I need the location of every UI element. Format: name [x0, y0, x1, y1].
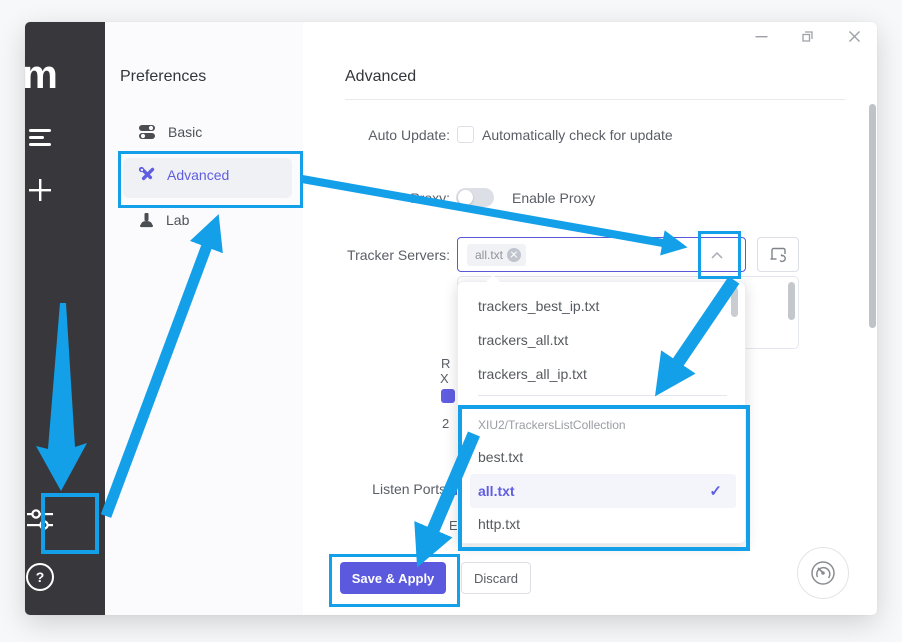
selected-tag[interactable]: all.txt	[467, 244, 526, 266]
dropdown-option[interactable]: trackers_best_ip.txt	[478, 289, 718, 323]
discard-button[interactable]: Discard	[461, 562, 531, 594]
speed-limit-button[interactable]	[797, 547, 849, 599]
sync-trackers-button[interactable]	[757, 237, 799, 272]
sidebar-item-label: Advanced	[167, 167, 229, 183]
hidden-text-line3: 2	[442, 416, 449, 431]
dropdown-option[interactable]: trackers_all.txt	[478, 323, 718, 357]
tracker-servers-label: Tracker Servers:	[307, 247, 450, 263]
dropdown-group-label: XIU2/TrackersListCollection	[478, 415, 626, 435]
tools-icon	[138, 166, 155, 183]
speedometer-icon	[809, 559, 837, 587]
screenshot-stage: m ? Preferences Basic	[0, 0, 902, 642]
hidden-hint-line2: X	[440, 371, 449, 386]
title-divider	[345, 99, 845, 100]
task-list-icon	[28, 127, 52, 149]
preferences-sliders-icon[interactable]	[0, 506, 80, 534]
question-mark-icon: ?	[26, 563, 54, 591]
close-button[interactable]	[846, 28, 862, 44]
dropdown-option[interactable]: http.txt	[478, 507, 718, 541]
lab-stamp-icon	[139, 212, 154, 228]
dropdown-scrollbar[interactable]	[731, 287, 738, 317]
chevron-up-icon[interactable]	[711, 252, 723, 259]
page-title: Advanced	[345, 68, 416, 86]
check-icon: ✓	[709, 482, 722, 500]
selected-tag-label: all.txt	[475, 248, 503, 262]
minimize-icon	[755, 30, 768, 43]
motrix-logo-icon: m	[0, 52, 80, 98]
preferences-panel	[105, 22, 303, 615]
dropdown-notch	[486, 275, 500, 282]
proxy-toggle[interactable]	[456, 188, 494, 207]
hidden-hint-line1: R	[441, 356, 450, 371]
textarea-scrollbar[interactable]	[788, 282, 795, 320]
dropdown-option[interactable]: trackers_all_ip.txt	[478, 357, 718, 391]
dropdown-option[interactable]: best.txt	[478, 440, 718, 474]
hidden-checked-checkbox[interactable]	[441, 389, 455, 403]
selected-option-label: all.txt	[478, 483, 515, 499]
toggle-knob	[458, 190, 473, 205]
save-apply-button[interactable]: Save & Apply	[340, 562, 446, 594]
maximize-icon	[801, 30, 814, 43]
maximize-button[interactable]	[799, 28, 815, 44]
tracker-servers-select[interactable]: all.txt	[457, 237, 746, 272]
auto-update-label: Auto Update:	[307, 127, 450, 143]
close-icon	[848, 30, 861, 43]
tracker-dropdown-panel: trackers_best_ip.txt trackers_all.txt tr…	[457, 281, 746, 544]
dropdown-option-selected[interactable]: all.txt ✓	[470, 474, 736, 508]
proxy-toggle-label[interactable]: Enable Proxy	[512, 190, 595, 206]
listen-ports-label: Listen Ports:	[307, 481, 450, 497]
sidebar-item-advanced[interactable]: Advanced	[138, 166, 229, 183]
auto-update-checkbox-label[interactable]: Automatically check for update	[482, 127, 673, 143]
task-list-icon[interactable]	[0, 124, 80, 152]
plus-icon	[27, 177, 53, 203]
proxy-label: Proxy:	[307, 190, 450, 206]
add-task-icon[interactable]	[0, 176, 80, 204]
sync-icon	[769, 247, 788, 263]
sidebar-item-label: Basic	[168, 124, 202, 140]
sliders-icon	[26, 508, 54, 532]
minimize-button[interactable]	[753, 28, 769, 44]
sidebar-item-basic[interactable]: Basic	[138, 124, 202, 140]
toggles-icon	[138, 124, 156, 140]
content-scrollbar[interactable]	[869, 104, 876, 328]
help-button[interactable]: ?	[0, 563, 80, 591]
auto-update-checkbox[interactable]	[457, 126, 474, 143]
sidebar-item-label: Lab	[166, 212, 189, 228]
sidebar-item-lab[interactable]: Lab	[139, 212, 189, 228]
tag-close-icon[interactable]	[507, 248, 521, 262]
preferences-title: Preferences	[120, 68, 206, 86]
dropdown-divider	[478, 395, 727, 396]
